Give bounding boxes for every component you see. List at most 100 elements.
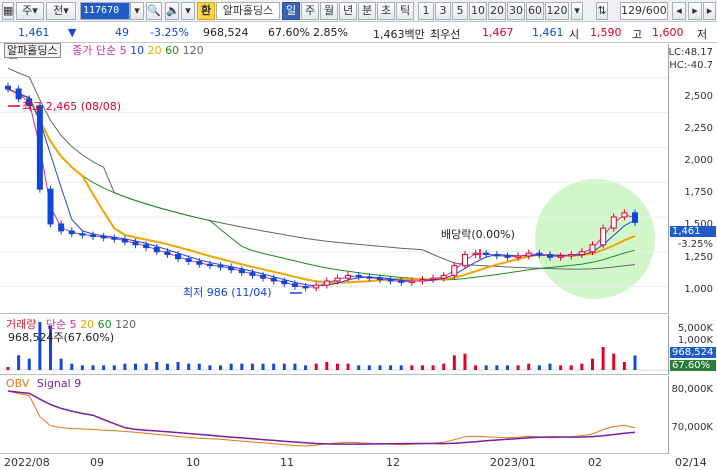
period-month[interactable]: 월 bbox=[320, 2, 338, 20]
volume-value-line: 968,524주(67.60%) bbox=[8, 331, 115, 344]
volume-ratio: 67.60% bbox=[268, 26, 310, 39]
volume-bar bbox=[155, 362, 159, 370]
price-chart-panel[interactable]: ▦ 알파홀딩스 종가 단순 5 10 20 60 120 최고 2,465 (0… bbox=[0, 43, 668, 314]
volume-bar bbox=[559, 365, 563, 370]
period-second[interactable]: 초 bbox=[377, 2, 395, 20]
current-price: 1,461 bbox=[18, 26, 50, 39]
candle-body bbox=[345, 274, 352, 279]
volume-bar bbox=[335, 363, 339, 370]
volume-bar bbox=[59, 358, 63, 370]
last-price-tag: 1,461 bbox=[670, 226, 716, 237]
y-tick-1250: 1,250 bbox=[684, 252, 713, 263]
candle-body bbox=[493, 254, 500, 257]
obv-signal-line bbox=[7, 390, 636, 445]
market-select[interactable]: 주▾ bbox=[16, 2, 44, 20]
interval-1[interactable]: 1 bbox=[418, 2, 434, 20]
exchange-button[interactable]: 환 bbox=[197, 2, 215, 20]
volume-bar bbox=[80, 365, 84, 370]
obv-signal-label: Signal 9 bbox=[36, 377, 82, 390]
toolbar: ▦ 주▾ 전▾ 117670 ▾ 🔍 🔈 ▾ 환 알파홀딩스 일 주 월 년 분… bbox=[0, 0, 717, 22]
scroll-right-icon[interactable]: ▸ bbox=[688, 2, 702, 20]
x-tick-09: 09 bbox=[90, 456, 104, 469]
volume-bar bbox=[325, 362, 329, 370]
volume-bar bbox=[505, 365, 509, 370]
best-quote-label: 최우선 bbox=[430, 28, 461, 41]
obv-chart[interactable] bbox=[0, 376, 668, 454]
high-annotation: 최고 2,465 (08/08) bbox=[22, 100, 122, 113]
period-tick[interactable]: 틱 bbox=[396, 2, 414, 20]
candle-body bbox=[430, 277, 437, 281]
volume-bar bbox=[293, 363, 297, 370]
candle-body bbox=[536, 252, 543, 256]
volume-bar bbox=[420, 365, 424, 370]
period-day[interactable]: 일 bbox=[282, 2, 300, 20]
volume-bar bbox=[431, 365, 435, 370]
candle-body bbox=[355, 274, 362, 278]
volume-bar bbox=[261, 363, 265, 370]
interval-60[interactable]: 60 bbox=[526, 2, 544, 20]
price-chart[interactable] bbox=[0, 44, 668, 314]
interval-20[interactable]: 20 bbox=[488, 2, 506, 20]
down-arrow-icon: ▼ bbox=[68, 26, 77, 39]
volume-bar bbox=[304, 365, 308, 370]
stock-code-input[interactable]: 117670 bbox=[80, 2, 130, 20]
period-week[interactable]: 주 bbox=[301, 2, 319, 20]
dropdown-icon[interactable]: ▾ bbox=[181, 2, 195, 20]
volume-bar bbox=[622, 362, 626, 370]
candle-body bbox=[546, 254, 553, 258]
high-label: 고 bbox=[632, 28, 643, 41]
stock-tag[interactable]: 알파홀딩스 bbox=[4, 43, 61, 58]
last-volume-tag: 968,524 bbox=[670, 347, 716, 358]
chevron-down-icon[interactable]: ▾ bbox=[130, 2, 144, 20]
x-tick-11: 11 bbox=[280, 456, 294, 469]
interval-10[interactable]: 10 bbox=[469, 2, 487, 20]
candle-body bbox=[483, 252, 490, 256]
period-year[interactable]: 년 bbox=[339, 2, 357, 20]
volume-panel[interactable]: 거래량 단순 5 20 60 120 968,524주(67.60%) bbox=[0, 315, 668, 375]
candle-body bbox=[217, 265, 224, 268]
grid-icon[interactable]: ▦ bbox=[2, 2, 14, 20]
candle-body bbox=[58, 223, 65, 232]
vol-ma-120: 120 bbox=[115, 318, 137, 331]
y-tick-2500: 2,500 bbox=[684, 91, 713, 102]
candle-body bbox=[185, 258, 192, 262]
price-y-axis: LC:48.17 HC:-40.7 2,500 2,250 2,000 1,75… bbox=[668, 44, 717, 314]
interval-120[interactable]: 120 bbox=[545, 2, 569, 20]
scroll-left-icon[interactable]: ◂ bbox=[672, 2, 686, 20]
volume-bar bbox=[463, 353, 467, 370]
jeon-label: 전 bbox=[53, 4, 64, 17]
candle-body bbox=[175, 254, 182, 260]
candle-body bbox=[366, 276, 373, 279]
candle-body bbox=[387, 279, 394, 282]
interval-5[interactable]: 5 bbox=[452, 2, 468, 20]
volume-bar bbox=[580, 363, 584, 370]
count-total: /600 bbox=[642, 4, 667, 17]
quote-bar: 1,461 ▼ 49 -3.25% 968,524 67.60% 2.85% 1… bbox=[0, 23, 717, 43]
candle-body bbox=[47, 188, 54, 225]
volume-bar bbox=[187, 363, 191, 370]
obv-tick-80000k: 80,000K bbox=[671, 384, 713, 395]
highlight-circle bbox=[535, 179, 655, 299]
sort-icon[interactable]: ⇅ bbox=[596, 2, 608, 20]
search-icon[interactable]: 🔍 bbox=[146, 2, 162, 20]
volume-bar bbox=[590, 358, 594, 370]
interval-dropdown-icon[interactable]: ▾ bbox=[571, 2, 583, 20]
volume-bar bbox=[70, 363, 74, 370]
ma-5: 5 bbox=[119, 44, 127, 57]
sound-icon[interactable]: 🔈 bbox=[165, 2, 180, 20]
candle-body bbox=[589, 244, 596, 253]
obv-panel[interactable]: OBV Signal 9 bbox=[0, 376, 668, 454]
change-pct: -3.25% bbox=[150, 26, 189, 39]
jeon-select[interactable]: 전▾ bbox=[46, 2, 76, 20]
volume-bar bbox=[548, 363, 552, 370]
interval-30[interactable]: 30 bbox=[507, 2, 525, 20]
volume-bar bbox=[569, 365, 573, 370]
x-tick-2023-01: 2023/01 bbox=[490, 456, 536, 469]
period-minute[interactable]: 분 bbox=[358, 2, 376, 20]
interval-3[interactable]: 3 bbox=[435, 2, 451, 20]
change-value: 49 bbox=[115, 26, 129, 39]
candle-body bbox=[568, 254, 575, 257]
more-icon[interactable]: ▸ bbox=[703, 2, 716, 20]
count-input[interactable]: 129/600 bbox=[620, 2, 668, 20]
candle-body bbox=[249, 272, 256, 276]
